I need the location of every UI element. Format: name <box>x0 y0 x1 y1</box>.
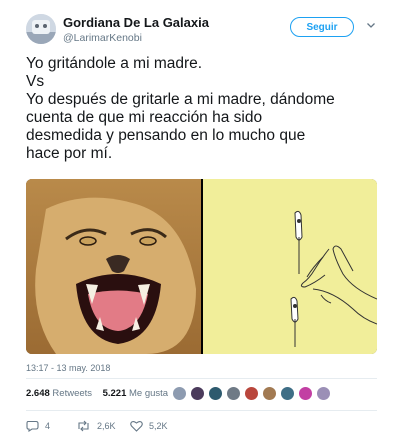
like-count[interactable]: 5.221 <box>103 388 127 399</box>
like-label[interactable]: Me gusta <box>129 388 168 399</box>
tweet-line: hace por mí. <box>26 145 113 162</box>
tweet-line: Yo gritándole a mi madre. <box>26 55 203 72</box>
media-grid[interactable] <box>26 179 377 354</box>
avatar[interactable] <box>226 386 241 401</box>
follow-button[interactable]: Seguir <box>290 17 354 37</box>
avatar[interactable] <box>262 386 277 401</box>
tweet-line: Yo después de gritarle a mi madre, dándo… <box>26 91 335 108</box>
reply-icon <box>26 420 39 432</box>
reply-button[interactable]: 4 <box>26 420 50 432</box>
tweet-card: Gordiana De La Galaxia @LarimarKenobi Se… <box>0 0 400 447</box>
tweet-line: desmedida y pensando en lo mucho que <box>26 127 306 144</box>
roaring-lioness-photo[interactable] <box>26 179 201 354</box>
tweet-line: cuenta de que mi reacción ha sido <box>26 109 263 126</box>
tweet-line: Vs <box>26 73 45 90</box>
tweet-text: Yo gritándole a mi madre. Vs Yo después … <box>26 55 386 163</box>
retweet-label[interactable]: Retweets <box>52 388 92 399</box>
display-name[interactable]: Gordiana De La Galaxia <box>63 15 209 30</box>
retweet-button[interactable]: 2,6K <box>76 420 116 432</box>
divider <box>26 410 377 411</box>
retweet-count[interactable]: 2.648 <box>26 388 50 399</box>
action-bar: 4 2,6K 5,2K <box>0 420 400 434</box>
chevron-down-icon[interactable] <box>366 20 376 30</box>
avatar[interactable] <box>190 386 205 401</box>
avatar[interactable] <box>316 386 331 401</box>
user-handle[interactable]: @LarimarKenobi <box>63 32 142 44</box>
avatar[interactable] <box>26 14 56 44</box>
avatar[interactable] <box>298 386 313 401</box>
like-action-count: 5,2K <box>149 421 168 431</box>
reply-count: 4 <box>45 421 51 431</box>
retweet-action-count: 2,6K <box>97 421 116 431</box>
avatar[interactable] <box>280 386 295 401</box>
avatar[interactable] <box>172 386 187 401</box>
like-button[interactable]: 5,2K <box>130 420 168 432</box>
tweet-timestamp[interactable]: 13:17 - 13 may. 2018 <box>26 363 110 373</box>
retweet-icon <box>78 420 89 432</box>
hands-drawing-image[interactable] <box>203 179 377 354</box>
avatar[interactable] <box>244 386 259 401</box>
heart-icon <box>130 420 143 432</box>
avatar[interactable] <box>208 386 223 401</box>
engagement-stats: 2.648 Retweets 5.221 Me gusta <box>26 388 168 399</box>
divider <box>26 378 377 379</box>
